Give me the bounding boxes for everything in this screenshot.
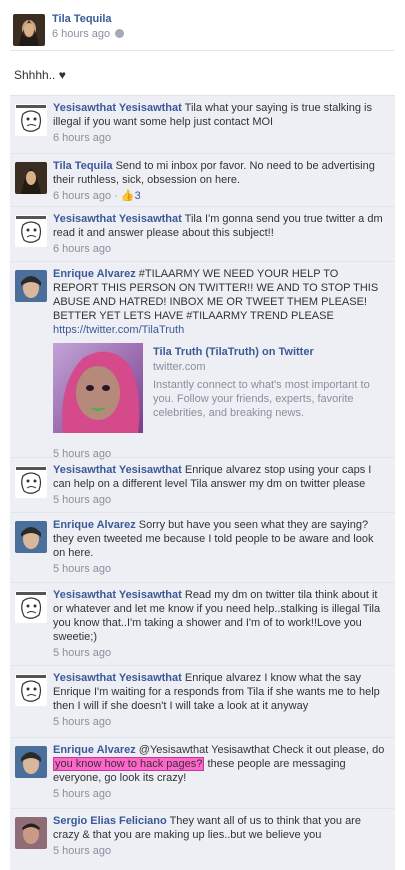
link-preview-description: Instantly connect to what's most importa… xyxy=(153,379,370,419)
comment-link[interactable]: https://twitter.com/TilaTruth xyxy=(53,324,184,336)
link-preview[interactable]: Tila Truth (TilaTruth) on Twitter twitte… xyxy=(53,343,385,445)
comment: Enrique Alvarez @Yesisawthat Yesisawthat… xyxy=(10,737,395,808)
globe-icon xyxy=(115,29,125,38)
comment: Sergio Elias Feliciano They want all of … xyxy=(10,808,395,870)
comment: Enrique Alvarez #TILAARMY WE NEED YOUR H… xyxy=(10,261,395,460)
comment-time[interactable]: 6 hours ago xyxy=(53,242,385,256)
highlighted-text: you know how to hack pages? xyxy=(53,757,205,771)
comment: Yesisawthat Yesisawthat Enrique alvarez … xyxy=(10,457,395,512)
post-text: Shhhh.. ♥ xyxy=(14,68,66,82)
post-header: Tila Tequila 6 hours ago xyxy=(10,8,395,48)
comment-body: Yesisawthat Yesisawthat Read my dm on tw… xyxy=(53,588,385,660)
post-divider xyxy=(10,50,394,51)
comment-author[interactable]: Yesisawthat Yesisawthat xyxy=(53,102,182,114)
comment-body: Yesisawthat Yesisawthat Tila what your s… xyxy=(53,101,385,145)
avatar-tila-tequila[interactable] xyxy=(13,14,45,46)
avatar-rage-face[interactable] xyxy=(15,466,47,498)
comment: Yesisawthat Yesisawthat Read my dm on tw… xyxy=(10,582,395,665)
thumbs-up-icon[interactable]: 👍 xyxy=(121,190,135,202)
link-preview-image[interactable] xyxy=(53,343,143,433)
comment-body: Enrique Alvarez #TILAARMY WE NEED YOUR H… xyxy=(53,267,385,461)
avatar-enrique-alvarez[interactable] xyxy=(15,521,47,553)
comment-author[interactable]: Enrique Alvarez xyxy=(53,744,136,756)
comment: Enrique Alvarez Sorry but have you seen … xyxy=(10,512,395,582)
avatar-enrique-alvarez[interactable] xyxy=(15,746,47,778)
link-preview-domain: twitter.com xyxy=(153,361,206,373)
comment-author[interactable]: Enrique Alvarez xyxy=(53,519,136,531)
meta-separator: · xyxy=(114,190,118,202)
comment-text: @Yesisawthat Yesisawthat Check it out pl… xyxy=(138,744,385,756)
comment: Yesisawthat Yesisawthat Enrique alvarez … xyxy=(10,665,395,737)
link-preview-title[interactable]: Tila Truth (TilaTruth) on Twitter xyxy=(153,345,314,359)
comment-body: Yesisawthat Yesisawthat Tila I'm gonna s… xyxy=(53,212,385,256)
avatar-rage-face[interactable] xyxy=(15,591,47,623)
comment: Yesisawthat Yesisawthat Tila what your s… xyxy=(10,95,395,153)
comment-time[interactable]: 5 hours ago xyxy=(53,493,385,507)
comment-author[interactable]: Yesisawthat Yesisawthat xyxy=(53,672,182,684)
comment-meta: 6 hours ago · 👍3 xyxy=(53,189,385,203)
comment-time[interactable]: 5 hours ago xyxy=(53,844,385,858)
post-author[interactable]: Tila Tequila xyxy=(52,13,112,25)
post-time[interactable]: 6 hours ago xyxy=(52,28,110,40)
comment-time[interactable]: 5 hours ago xyxy=(53,787,385,801)
comment-body: Sergio Elias Feliciano They want all of … xyxy=(53,814,385,858)
comment-body: Yesisawthat Yesisawthat Enrique alvarez … xyxy=(53,671,385,729)
comment-time[interactable]: 5 hours ago xyxy=(53,562,385,576)
comment-author[interactable]: Yesisawthat Yesisawthat xyxy=(53,464,182,476)
comment-body: Tila Tequila Send to mi inbox por favor.… xyxy=(53,159,385,203)
comment-body: Enrique Alvarez Sorry but have you seen … xyxy=(53,518,385,576)
comment-author[interactable]: Sergio Elias Feliciano xyxy=(53,815,167,827)
comments-list: Yesisawthat Yesisawthat Tila what your s… xyxy=(10,95,395,870)
comment-time[interactable]: 6 hours ago xyxy=(53,131,385,145)
comment: Tila Tequila Send to mi inbox por favor.… xyxy=(10,153,395,206)
avatar-rage-face[interactable] xyxy=(15,215,47,247)
avatar-sergio-elias-feliciano[interactable] xyxy=(15,817,47,849)
avatar-rage-face[interactable] xyxy=(15,674,47,706)
comment: Yesisawthat Yesisawthat Tila I'm gonna s… xyxy=(10,206,395,261)
avatar-tila-tequila[interactable] xyxy=(15,162,47,194)
comment-time[interactable]: 5 hours ago xyxy=(53,715,385,729)
comment-body: Yesisawthat Yesisawthat Enrique alvarez … xyxy=(53,463,385,507)
post-meta: 6 hours ago xyxy=(52,28,125,40)
like-count[interactable]: 3 xyxy=(135,190,141,202)
comment-time[interactable]: 5 hours ago xyxy=(53,646,385,660)
comment-author[interactable]: Enrique Alvarez xyxy=(53,268,136,280)
avatar-enrique-alvarez[interactable] xyxy=(15,270,47,302)
comment-author[interactable]: Tila Tequila xyxy=(53,160,113,172)
comment-author[interactable]: Yesisawthat Yesisawthat xyxy=(53,589,182,601)
comment-time[interactable]: 6 hours ago xyxy=(53,190,111,202)
comment-body: Enrique Alvarez @Yesisawthat Yesisawthat… xyxy=(53,743,385,801)
comment-author[interactable]: Yesisawthat Yesisawthat xyxy=(53,213,182,225)
avatar-rage-face[interactable] xyxy=(15,104,47,136)
